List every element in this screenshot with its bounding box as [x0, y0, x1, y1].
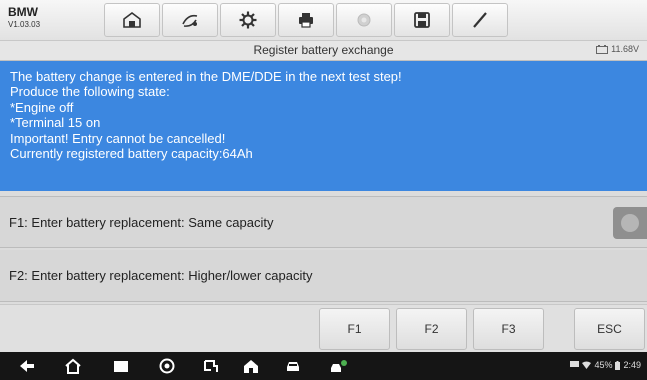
edit-button[interactable] [452, 3, 508, 37]
software-version: V1.03.03 [8, 20, 41, 29]
option-higher-lower-capacity[interactable]: F2: Enter battery replacement: Higher/lo… [0, 250, 647, 302]
home-shortcut-icon[interactable] [242, 358, 260, 374]
message-line: Currently registered battery capacity:64… [10, 146, 253, 162]
f3-button[interactable]: F3 [473, 308, 544, 350]
vehicle-service-icon[interactable] [330, 358, 348, 374]
instruction-message: The battery change is entered in the DME… [0, 61, 647, 191]
system-navigation-bar: 45% 2:49 [0, 352, 647, 380]
browser-icon[interactable] [158, 358, 176, 374]
scroll-handle[interactable] [613, 207, 647, 239]
help-button[interactable] [336, 3, 392, 37]
top-toolbar: BMW V1.03.03 [0, 0, 647, 41]
vehicle-swap-icon [182, 14, 198, 27]
f2-button[interactable]: F2 [396, 308, 467, 350]
message-line: Important! Entry cannot be cancelled! [10, 130, 226, 146]
vehicle-swap-button[interactable] [162, 3, 218, 37]
status-area: 45% 2:49 [570, 360, 641, 370]
page-titlebar: Register battery exchange 11.68V [0, 41, 647, 61]
car-icon[interactable] [284, 358, 302, 374]
vci-connection-icon[interactable] [202, 358, 220, 374]
printer-icon [299, 13, 313, 28]
esc-button[interactable]: ESC [574, 308, 645, 350]
brand-name: BMW [8, 5, 38, 19]
function-key-bar: F1 F2 F3 ESC [0, 304, 647, 352]
gear-icon [239, 11, 257, 29]
option-label: F1: Enter battery replacement: Same capa… [9, 215, 274, 230]
page-title: Register battery exchange [253, 43, 394, 57]
home-nav-icon[interactable] [64, 358, 82, 374]
f1-button[interactable]: F1 [319, 308, 390, 350]
save-icon [414, 12, 430, 28]
save-button[interactable] [394, 3, 450, 37]
option-same-capacity[interactable]: F1: Enter battery replacement: Same capa… [0, 196, 647, 248]
battery-percent: 45% [594, 360, 613, 370]
message-icon [570, 361, 580, 367]
toolbar-buttons [104, 3, 510, 37]
car-battery-icon [596, 44, 609, 54]
back-icon[interactable] [18, 358, 36, 374]
settings-button[interactable] [220, 3, 276, 37]
brand-block: BMW V1.03.03 [8, 6, 40, 29]
battery-voltage: 11.68V [596, 44, 639, 54]
print-button[interactable] [278, 3, 334, 37]
voltage-value: 11.68V [611, 44, 639, 54]
message-line: *Engine off [10, 99, 74, 115]
recent-apps-icon[interactable] [112, 358, 130, 374]
message-line: Produce the following state: [10, 84, 170, 100]
edit-icon [473, 12, 487, 28]
message-line: *Terminal 15 on [10, 115, 101, 131]
home-button[interactable] [104, 3, 160, 37]
wifi-icon [582, 361, 592, 369]
home-icon [123, 12, 141, 28]
message-line: The battery change is entered in the DME… [10, 69, 402, 84]
battery-icon [615, 360, 621, 370]
option-label: F2: Enter battery replacement: Higher/lo… [9, 268, 313, 283]
clock: 2:49 [623, 360, 641, 370]
help-icon [357, 13, 371, 27]
